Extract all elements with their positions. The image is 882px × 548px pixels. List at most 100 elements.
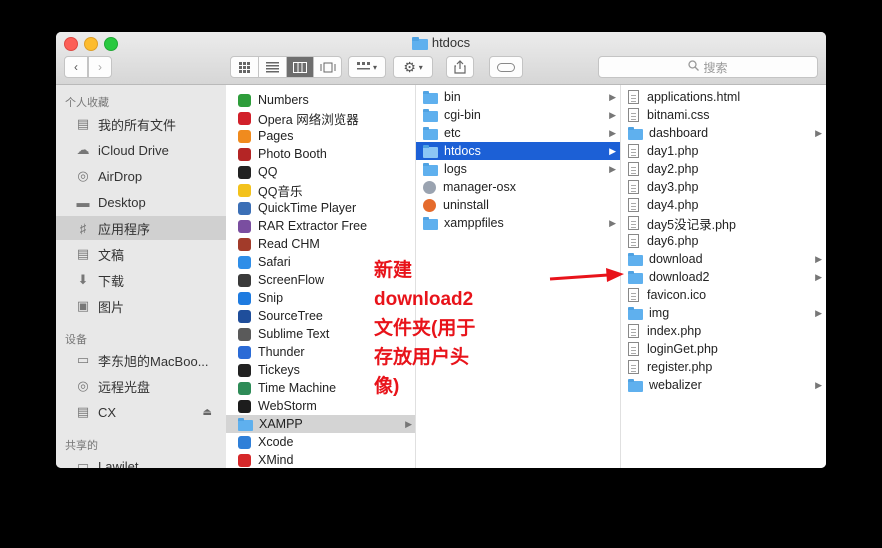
xampp-row-uninstall[interactable]: uninstall <box>416 196 620 214</box>
row-label: Time Machine <box>258 381 337 395</box>
htdocs-row-loginget-php[interactable]: loginGet.php <box>621 340 826 358</box>
sidebar-item-cx[interactable]: ▤ CX ⏏ <box>56 400 226 424</box>
htdocs-row-day5-php[interactable]: day5没记录.php <box>621 214 826 232</box>
htdocs-row-download[interactable]: download ▶ <box>621 250 826 268</box>
sidebar-item-applications[interactable]: ♯ 应用程序 <box>56 216 226 240</box>
file-icon <box>628 108 639 122</box>
chevron-right-icon: ▶ <box>405 418 412 429</box>
share-button[interactable] <box>446 56 474 78</box>
htdocs-row-download2[interactable]: download2 ▶ <box>621 268 826 286</box>
sidebar-item-icloud[interactable]: ☁ iCloud Drive <box>56 138 226 162</box>
sidebar-item-label: 图片 <box>98 299 125 315</box>
htdocs-row-day3-php[interactable]: day3.php <box>621 178 826 196</box>
row-label: Photo Booth <box>258 147 327 161</box>
app-row-rar-extractor-free[interactable]: RAR Extractor Free <box>226 217 415 235</box>
sidebar-item-airdrop[interactable]: ◎ AirDrop <box>56 164 226 188</box>
icon-view-button[interactable] <box>231 57 259 77</box>
htdocs-row-index-php[interactable]: index.php <box>621 322 826 340</box>
xampp-row-htdocs[interactable]: htdocs ▶ <box>416 142 620 160</box>
xampp-row-etc[interactable]: etc ▶ <box>416 124 620 142</box>
app-row-quicktime-player[interactable]: QuickTime Player <box>226 199 415 217</box>
row-label: day5没记录.php <box>647 217 736 232</box>
htdocs-row-applications-html[interactable]: applications.html <box>621 88 826 106</box>
htdocs-row-day6-php[interactable]: day6.php <box>621 232 826 250</box>
app-icon <box>238 381 251 395</box>
chevron-right-icon: ▶ <box>609 109 616 120</box>
eject-icon[interactable]: ⏏ <box>203 407 212 418</box>
chevron-right-icon: ▶ <box>609 163 616 174</box>
drive-icon: ▤ <box>76 404 90 419</box>
app-row-numbers[interactable]: Numbers <box>226 91 415 109</box>
app-row-xcode[interactable]: Xcode <box>226 433 415 451</box>
htdocs-row-webalizer[interactable]: webalizer ▶ <box>621 376 826 394</box>
xampp-row-manager-osx[interactable]: manager-osx <box>416 178 620 196</box>
chevron-down-icon: ▾ <box>372 62 377 72</box>
forward-button[interactable]: › <box>88 56 112 78</box>
desktop-icon: ▬ <box>76 194 90 210</box>
htdocs-row-bitnami-css[interactable]: bitnami.css <box>621 106 826 124</box>
sidebar-item-all-files[interactable]: ▤ 我的所有文件 <box>56 112 226 136</box>
row-label: logs <box>444 162 467 176</box>
xampp-row-cgi-bin[interactable]: cgi-bin ▶ <box>416 106 620 124</box>
app-row-qq[interactable]: QQ <box>226 163 415 181</box>
htdocs-row-register-php[interactable]: register.php <box>621 358 826 376</box>
htdocs-row-dashboard[interactable]: dashboard ▶ <box>621 124 826 142</box>
app-row-xampp[interactable]: XAMPP ▶ <box>226 415 415 433</box>
file-icon <box>628 90 639 104</box>
search-field[interactable]: 搜索 <box>598 56 818 78</box>
back-button[interactable]: ‹ <box>64 56 88 78</box>
file-icon <box>628 360 639 374</box>
htdocs-row-day2-php[interactable]: day2.php <box>621 160 826 178</box>
view-mode-group <box>230 56 342 78</box>
chevron-right-icon: ▶ <box>609 145 616 156</box>
cover-flow-button[interactable] <box>314 57 341 77</box>
grid-icon <box>238 61 250 73</box>
app-icon <box>238 93 251 107</box>
list-view-button[interactable] <box>259 57 287 77</box>
htdocs-row-img[interactable]: img ▶ <box>621 304 826 322</box>
row-label: download <box>649 252 703 266</box>
app-row-photo-booth[interactable]: Photo Booth <box>226 145 415 163</box>
row-label: Pages <box>258 129 294 143</box>
annotation-line: 新建 <box>374 260 413 281</box>
airdrop-icon: ◎ <box>77 168 89 183</box>
sidebar-header-devices: 设备 <box>65 334 87 346</box>
sidebar-item-documents[interactable]: ▤ 文稿 <box>56 242 226 266</box>
row-label: QQ音乐 <box>258 184 303 199</box>
action-button[interactable]: ⚙ ▾ <box>393 56 433 78</box>
row-label: WebStorm <box>258 399 317 413</box>
app-row-opera[interactable]: Opera 网络浏览器 <box>226 109 415 127</box>
sidebar-item-desktop[interactable]: ▬ Desktop <box>56 190 226 214</box>
sidebar-header-shared: 共享的 <box>65 440 98 452</box>
folder-icon <box>628 126 643 140</box>
all-files-icon: ▤ <box>76 116 90 131</box>
file-icon <box>628 288 639 302</box>
sidebar-item-macbook[interactable]: ▭ 李东旭的MacBoo... <box>56 348 226 372</box>
row-label: bin <box>444 90 461 104</box>
folder-icon <box>423 108 438 122</box>
tag-button[interactable] <box>489 56 523 78</box>
row-label: XMind <box>258 453 294 467</box>
arrange-button[interactable]: ▾ <box>348 56 386 78</box>
htdocs-row-favicon-ico[interactable]: favicon.ico <box>621 286 826 304</box>
app-row-read-chm[interactable]: Read CHM <box>226 235 415 253</box>
sidebar-item-remote-disc[interactable]: ◎ 远程光盘 <box>56 374 226 398</box>
column-view-button[interactable] <box>286 57 315 77</box>
htdocs-row-day1-php[interactable]: day1.php <box>621 142 826 160</box>
xampp-row-bin[interactable]: bin ▶ <box>416 88 620 106</box>
xampp-row-logs[interactable]: logs ▶ <box>416 160 620 178</box>
app-row-pages[interactable]: Pages <box>226 127 415 145</box>
xampp-row-xamppfiles[interactable]: xamppfiles ▶ <box>416 214 620 232</box>
sidebar-item-pictures[interactable]: ▣ 图片 <box>56 294 226 318</box>
app-row-xmind[interactable]: XMind <box>226 451 415 468</box>
network-icon: ▭ <box>76 458 90 468</box>
sidebar-item-lawilet[interactable]: ▭ Lawilet <box>56 454 226 468</box>
app-icon <box>238 273 251 287</box>
htdocs-row-day4-php[interactable]: day4.php <box>621 196 826 214</box>
sidebar-item-downloads[interactable]: ⬇ 下载 <box>56 268 226 292</box>
sidebar-item-label: Lawilet <box>98 458 139 469</box>
tag-icon <box>497 62 515 72</box>
app-row-qq[interactable]: QQ音乐 <box>226 181 415 199</box>
row-label: bitnami.css <box>647 108 710 122</box>
annotation-text: 新建 download2 文件夹(用于 存放用户头 像) <box>374 256 504 401</box>
